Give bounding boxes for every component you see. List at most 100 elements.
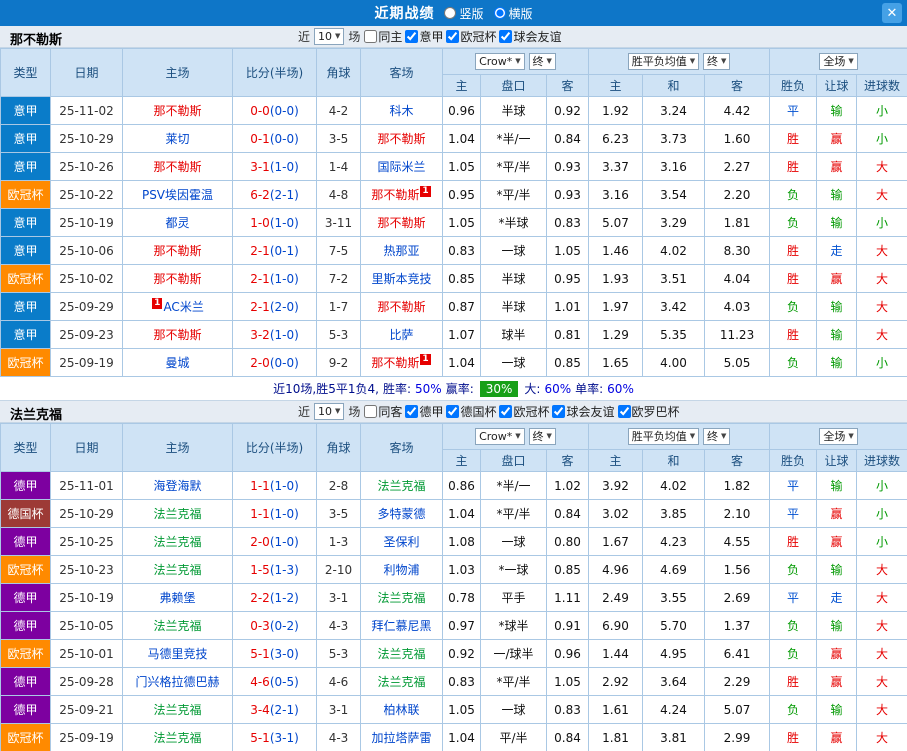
layout-vertical-option[interactable]: 竖版: [444, 5, 484, 22]
odds-away: 0.84: [545, 723, 590, 751]
odds-away: 0.85: [545, 555, 590, 584]
match-date: 25-10-01: [50, 639, 123, 668]
away-team-link[interactable]: 比萨: [360, 320, 443, 349]
odds-handicap: 一球: [480, 236, 547, 265]
home-team-link[interactable]: 那不勒斯: [122, 236, 233, 265]
avg-final-select[interactable]: 终: [702, 53, 731, 70]
match-date: 25-11-02: [50, 96, 123, 125]
filter-checkbox[interactable]: [446, 30, 460, 43]
away-team-link[interactable]: 加拉塔萨雷: [360, 723, 443, 751]
away-team-link[interactable]: 那不勒斯: [360, 292, 443, 321]
filter-checkbox[interactable]: [364, 30, 378, 43]
home-team-link[interactable]: 海登海默: [122, 471, 233, 500]
close-icon[interactable]: ✕: [882, 3, 902, 23]
home-team-link[interactable]: 法兰克福: [122, 695, 233, 724]
games-label: 场: [348, 405, 361, 419]
home-team-link[interactable]: 法兰克福: [122, 555, 233, 584]
away-team-link[interactable]: 法兰克福: [360, 583, 443, 612]
home-team-link[interactable]: 那不勒斯: [122, 320, 233, 349]
bookmaker-select[interactable]: Crow*: [475, 428, 525, 445]
avg-odds-select[interactable]: 胜平负均值: [627, 428, 700, 445]
filter-option[interactable]: 德甲: [405, 403, 443, 420]
bookmaker-select[interactable]: Crow*: [475, 53, 525, 70]
filter-checkbox[interactable]: [446, 405, 460, 418]
match-count-select[interactable]: 10: [314, 28, 345, 45]
filter-option[interactable]: 意甲: [405, 28, 443, 45]
score-halftime: 1-1(1-0): [232, 471, 317, 500]
avg-final-select[interactable]: 终: [702, 428, 731, 445]
filter-option[interactable]: 德国杯: [446, 403, 496, 420]
filter-checkbox[interactable]: [499, 30, 513, 43]
filter-option[interactable]: 欧罗巴杯: [617, 403, 680, 420]
team-name: 那不勒斯: [10, 33, 63, 48]
home-team-link[interactable]: 莱切: [122, 124, 233, 153]
odds-home: 0.83: [442, 667, 481, 696]
home-team-link[interactable]: 弗赖堡: [122, 583, 233, 612]
away-team-link[interactable]: 利物浦: [360, 555, 443, 584]
vertical-radio[interactable]: [444, 7, 457, 19]
odds-away: 0.83: [545, 208, 590, 237]
filter-option[interactable]: 同客: [364, 403, 402, 420]
table-row: 意甲 25-10-29 莱切 0-1(0-0) 3-5 那不勒斯 1.04 *半…: [0, 124, 907, 153]
away-team-link[interactable]: 那不勒斯 1: [360, 180, 443, 209]
home-team-link[interactable]: 门兴格拉德巴赫: [122, 667, 233, 696]
odds-handicap: *一球: [480, 555, 547, 584]
home-team-link[interactable]: 马德里竞技: [122, 639, 233, 668]
horizontal-radio[interactable]: [493, 7, 506, 19]
away-team-link[interactable]: 国际米兰: [360, 152, 443, 181]
odds-final-select[interactable]: 终: [528, 428, 556, 445]
scope-select[interactable]: 全场: [819, 53, 858, 70]
fulltime-score: 1-1: [250, 478, 270, 493]
home-team-link[interactable]: 那不勒斯: [122, 96, 233, 125]
home-team-link[interactable]: 那不勒斯: [122, 152, 233, 181]
filter-checkbox[interactable]: [405, 30, 419, 43]
away-team-link[interactable]: 拜仁慕尼黑: [360, 611, 443, 640]
filter-checkbox[interactable]: [364, 405, 378, 418]
avg-odds-select[interactable]: 胜平负均值: [627, 53, 700, 70]
home-team-link[interactable]: PSV埃因霍温: [122, 180, 233, 209]
away-team-link[interactable]: 法兰克福: [360, 667, 443, 696]
odds-handicap: 半球: [480, 264, 547, 293]
score-halftime: 0-3(0-2): [232, 611, 317, 640]
col-score: 比分(半场): [232, 423, 317, 472]
filter-checkbox[interactable]: [499, 405, 513, 418]
home-team-link[interactable]: 都灵: [122, 208, 233, 237]
filter-option[interactable]: 球会友谊: [499, 28, 561, 45]
home-team-link[interactable]: 法兰克福: [122, 499, 233, 528]
away-team-link[interactable]: 法兰克福: [360, 639, 443, 668]
filter-checkbox[interactable]: [617, 405, 631, 418]
result-handicap: 赢: [816, 264, 858, 293]
home-team-link[interactable]: 法兰克福: [122, 527, 233, 556]
away-team-link[interactable]: 里斯本竞技: [360, 264, 443, 293]
filter-checkbox-group: 同客 德甲 德国杯 欧冠杯 球会友谊 欧罗巴杯: [364, 403, 682, 420]
result-goals: 大: [856, 583, 907, 612]
layout-horizontal-option[interactable]: 横版: [493, 5, 533, 22]
table-row: 德甲 25-10-25 法兰克福 2-0(1-0) 1-3 圣保利 1.08 一…: [0, 527, 907, 556]
odds-final-select[interactable]: 终: [528, 53, 556, 70]
filter-checkbox[interactable]: [552, 405, 566, 418]
home-team-link[interactable]: 1 AC米兰: [122, 292, 233, 321]
scope-select[interactable]: 全场: [819, 428, 858, 445]
home-team-link[interactable]: 法兰克福: [122, 611, 233, 640]
home-team-link[interactable]: 那不勒斯: [122, 264, 233, 293]
away-team-link[interactable]: 圣保利: [360, 527, 443, 556]
away-team-link[interactable]: 热那亚: [360, 236, 443, 265]
home-team-link[interactable]: 曼城: [122, 348, 233, 377]
away-team-link[interactable]: 法兰克福: [360, 471, 443, 500]
match-count-select[interactable]: 10: [314, 403, 345, 420]
away-team-link[interactable]: 柏林联: [360, 695, 443, 724]
away-team-link[interactable]: 科木: [360, 96, 443, 125]
away-team-link[interactable]: 多特蒙德: [360, 499, 443, 528]
filter-option[interactable]: 欧冠杯: [499, 403, 549, 420]
filter-checkbox[interactable]: [405, 405, 419, 418]
score-halftime: 2-0(1-0): [232, 527, 317, 556]
away-team-link[interactable]: 那不勒斯: [360, 208, 443, 237]
away-team-link[interactable]: 那不勒斯: [360, 124, 443, 153]
filter-option[interactable]: 欧冠杯: [446, 28, 496, 45]
away-team-link[interactable]: 那不勒斯 1: [360, 348, 443, 377]
result-goals: 大: [856, 723, 907, 751]
filter-option[interactable]: 同主: [364, 28, 402, 45]
home-team-link[interactable]: 法兰克福: [122, 723, 233, 751]
filter-option[interactable]: 球会友谊: [552, 403, 615, 420]
avg-away-odds: 1.60: [704, 124, 771, 153]
